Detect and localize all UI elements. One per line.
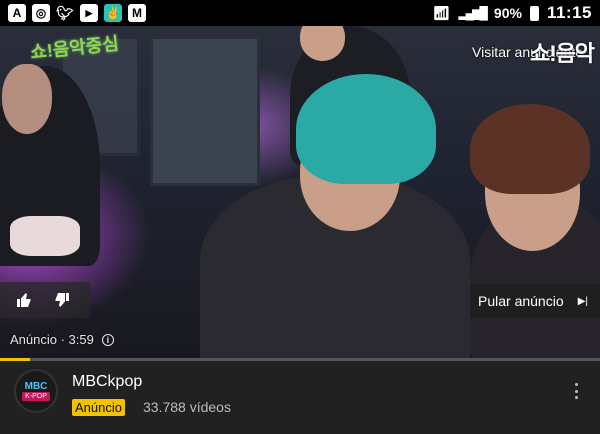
peace-icon: ✌: [104, 4, 122, 22]
channel-avatar[interactable]: MBC K-POP: [14, 369, 58, 413]
ad-time-label: Anúncio · 3:59: [10, 332, 94, 347]
skip-ad-label: Pular anúncio: [478, 293, 564, 309]
ad-badge: Anúncio: [72, 399, 125, 416]
avatar-logo-top: MBC: [24, 381, 48, 392]
system-status: 📶︎ ▂▄▆█ 90% 11:15: [433, 3, 592, 23]
notification-icons: A ◎ 🐦︎ ▶ ✌ M: [8, 4, 146, 22]
performer-left-face: [2, 64, 52, 134]
youtube-icon: ▶: [80, 4, 98, 22]
performer-main-hair: [296, 74, 436, 184]
status-bar: A ◎ 🐦︎ ▶ ✌ M 📶︎ ▂▄▆█ 90% 11:15: [0, 0, 600, 26]
channel-watermark: 쇼!음악: [530, 41, 595, 66]
signal-icon: ▂▄▆█: [458, 6, 488, 20]
thumbs-up-icon[interactable]: [16, 292, 32, 308]
video-count: 33.788 vídeos: [143, 399, 231, 415]
clock: 11:15: [546, 3, 592, 22]
battery-icon: [529, 5, 539, 21]
channel-row[interactable]: MBC K-POP MBCkpop Anúncio 33.788 vídeos: [0, 361, 600, 434]
more-options-icon[interactable]: [568, 381, 584, 401]
stage-window: [150, 36, 260, 186]
skip-ad-button[interactable]: Pular anúncio ▶|: [470, 284, 600, 318]
thumbs-down-icon[interactable]: [54, 292, 70, 308]
info-icon[interactable]: i: [101, 333, 114, 346]
performer-left-hand: [10, 216, 80, 256]
gmail-icon: M: [128, 4, 146, 22]
like-dislike-bar: [0, 282, 90, 318]
performer-right-hair: [470, 104, 590, 194]
a-icon: A: [8, 4, 26, 22]
wifi-icon: 📶︎: [432, 4, 451, 21]
instagram-icon: ◎: [32, 4, 50, 22]
video-player[interactable]: 쇼!음악중심 Visitar anunciante 쇼!음악 Pular anú…: [0, 26, 600, 360]
twitter-icon: 🐦︎: [56, 4, 74, 22]
avatar-logo-bottom: K-POP: [22, 392, 50, 401]
battery-percent: 90%: [493, 5, 522, 21]
skip-next-icon: ▶|: [577, 295, 588, 307]
channel-name[interactable]: MBCkpop: [72, 373, 142, 391]
ad-countdown: Anúncio · 3:59 i: [10, 332, 114, 347]
